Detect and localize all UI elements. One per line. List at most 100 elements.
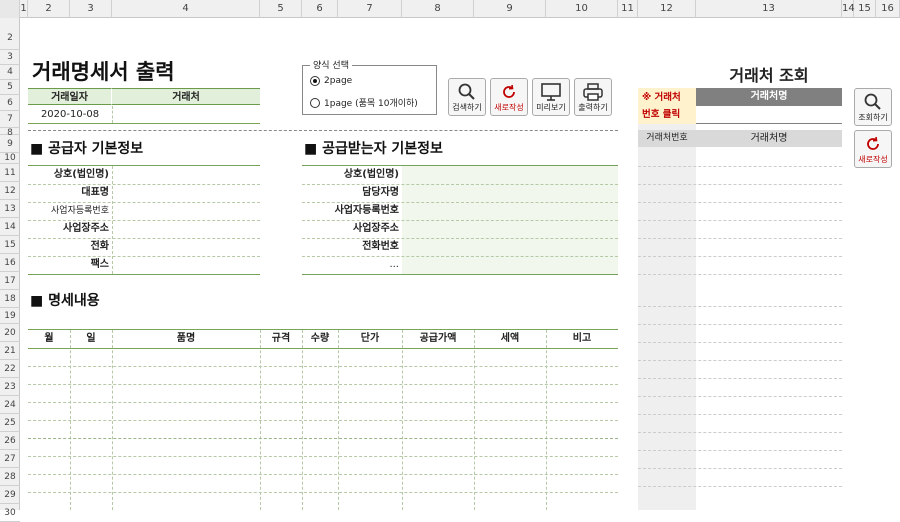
- col-header-4[interactable]: 4: [112, 0, 260, 18]
- list-item[interactable]: [638, 324, 842, 325]
- lookup-new-button[interactable]: 새로작성: [854, 130, 892, 168]
- row-header[interactable]: 30: [0, 504, 20, 522]
- col-header-13[interactable]: 13: [696, 0, 842, 18]
- col-header-14[interactable]: 14: [842, 0, 855, 18]
- row-header[interactable]: 28: [0, 468, 20, 486]
- preview-button-label: 미리보기: [536, 103, 566, 112]
- row-header[interactable]: 17: [0, 272, 20, 290]
- row-header[interactable]: 9: [0, 135, 20, 153]
- list-item[interactable]: [638, 432, 842, 433]
- table-row[interactable]: [28, 492, 618, 493]
- lookup-note: ※ 거래처 번호 클릭: [638, 88, 696, 124]
- radio-selected-icon[interactable]: [310, 76, 320, 86]
- preview-button[interactable]: 미리보기: [532, 78, 570, 116]
- list-item[interactable]: [638, 274, 842, 275]
- printer-icon: [583, 83, 603, 101]
- print-button[interactable]: 출력하기: [574, 78, 612, 116]
- list-item[interactable]: [638, 238, 842, 239]
- list-item[interactable]: [638, 342, 842, 343]
- option-1page[interactable]: 1page (품목 10개이하): [310, 96, 418, 109]
- row-header[interactable]: 15: [0, 236, 20, 254]
- client-value-cell[interactable]: [112, 106, 260, 123]
- row-header[interactable]: 18: [0, 290, 20, 308]
- row-header[interactable]: 12: [0, 182, 20, 200]
- row-header[interactable]: 24: [0, 396, 20, 414]
- detail-col-qty: 수량: [310, 333, 330, 344]
- new-button[interactable]: 새로작성: [490, 78, 528, 116]
- row-header[interactable]: 13: [0, 200, 20, 218]
- detail-col-day: 일: [86, 333, 96, 344]
- table-row[interactable]: [28, 456, 618, 457]
- list-item[interactable]: [638, 220, 842, 221]
- row-header[interactable]: 27: [0, 450, 20, 468]
- row-header[interactable]: 26: [0, 432, 20, 450]
- divider: [302, 202, 618, 203]
- row-header[interactable]: 22: [0, 360, 20, 378]
- col-header-3[interactable]: 3: [70, 0, 112, 18]
- divider: [302, 256, 618, 257]
- list-item[interactable]: [638, 256, 842, 257]
- row-header[interactable]: 14: [0, 218, 20, 236]
- list-item[interactable]: [638, 378, 842, 379]
- search-button[interactable]: 검색하기: [448, 78, 486, 116]
- table-row[interactable]: [28, 420, 618, 421]
- row-header[interactable]: 10: [0, 153, 20, 164]
- table-row[interactable]: [28, 366, 618, 367]
- row-header[interactable]: 3: [0, 50, 20, 65]
- row-header[interactable]: 8: [0, 128, 20, 138]
- row-header[interactable]: 16: [0, 254, 20, 272]
- row-header-bar: 2 3 4 5 6 7 8 9 10 11 12 13 14 15 16 17 …: [0, 18, 20, 522]
- option-2page[interactable]: 2page: [310, 76, 352, 86]
- list-item[interactable]: [638, 414, 842, 415]
- row-header[interactable]: 5: [0, 80, 20, 95]
- divider: [28, 220, 260, 221]
- list-item[interactable]: [638, 468, 842, 469]
- column-header-bar: 1 2 3 4 5 6 7 8 9 10 11 12 13 14 15 16: [0, 0, 900, 18]
- col-header-10[interactable]: 10: [546, 0, 618, 18]
- select-all-corner[interactable]: [0, 0, 20, 18]
- date-value-cell[interactable]: 2020-10-08: [28, 106, 112, 123]
- table-row[interactable]: [28, 438, 618, 439]
- row-header[interactable]: 7: [0, 111, 20, 128]
- divider: [28, 123, 260, 124]
- row-header[interactable]: 29: [0, 486, 20, 504]
- list-item[interactable]: [638, 166, 842, 167]
- detail-col-tax: 세액: [500, 333, 520, 344]
- col-header-12[interactable]: 12: [638, 0, 696, 18]
- table-row[interactable]: [28, 474, 618, 475]
- row-header[interactable]: 4: [0, 65, 20, 80]
- list-item[interactable]: [638, 202, 842, 203]
- col-header-1[interactable]: 1: [20, 0, 28, 18]
- list-item[interactable]: [638, 396, 842, 397]
- divider: [28, 274, 260, 275]
- lookup-name-input[interactable]: [696, 106, 842, 124]
- table-row[interactable]: [28, 402, 618, 403]
- list-item[interactable]: [638, 450, 842, 451]
- row-header[interactable]: 23: [0, 378, 20, 396]
- col-header-15[interactable]: 15: [854, 0, 876, 18]
- row-header[interactable]: 21: [0, 342, 20, 360]
- receiver-label: 사업자등록번호: [334, 205, 399, 216]
- row-header[interactable]: 2: [0, 18, 20, 50]
- lookup-search-button[interactable]: 조회하기: [854, 88, 892, 126]
- table-row[interactable]: [28, 384, 618, 385]
- col-header-11[interactable]: 11: [618, 0, 638, 18]
- row-header[interactable]: 11: [0, 164, 20, 182]
- col-header-9[interactable]: 9: [474, 0, 546, 18]
- col-header-8[interactable]: 8: [402, 0, 474, 18]
- radio-unselected-icon[interactable]: [310, 97, 320, 108]
- lookup-note-line1: ※ 거래처: [642, 92, 681, 103]
- col-header-5[interactable]: 5: [260, 0, 302, 18]
- list-item[interactable]: [638, 306, 842, 307]
- list-item[interactable]: [638, 360, 842, 361]
- col-header-6[interactable]: 6: [302, 0, 338, 18]
- row-header[interactable]: 19: [0, 308, 20, 324]
- row-header[interactable]: 6: [0, 95, 20, 111]
- col-header-7[interactable]: 7: [338, 0, 402, 18]
- list-item[interactable]: [638, 486, 842, 487]
- row-header[interactable]: 20: [0, 324, 20, 342]
- list-item[interactable]: [638, 184, 842, 185]
- row-header[interactable]: 25: [0, 414, 20, 432]
- col-header-2[interactable]: 2: [28, 0, 70, 18]
- col-header-16[interactable]: 16: [876, 0, 900, 18]
